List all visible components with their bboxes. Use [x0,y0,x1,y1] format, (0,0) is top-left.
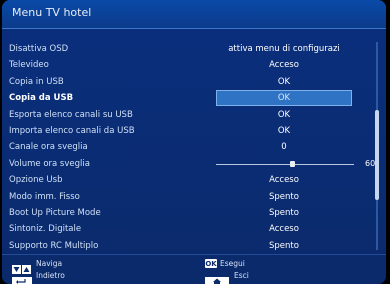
menu-item-value: Spento [269,191,299,202]
volume-slider-value: 60 [365,158,376,168]
menu-item-volume-ora-sveglia[interactable]: Volume ora sveglia 60 [9,156,375,173]
menu-item-boot-up-picture-mode[interactable]: Boot Up Picture Mode Spento [9,205,371,222]
menu-item-label: Volume ora sveglia [9,158,90,169]
menu-item-value: 0 [281,142,287,153]
menu-item-value: Spento [269,208,299,218]
exit-label: Esci [234,271,249,280]
menu-item-label: Modo imm. Fisso [9,191,80,202]
menu-item-label: Sintoniz. Digitale [9,224,82,235]
menu-item-label: Boot Up Picture Mode [9,208,101,218]
menu-item-value: Acceso [269,60,299,71]
menu-item-value: attiva menu di configurazi [228,44,340,54]
menu-item-canale-ora-sveglia[interactable]: Canale ora sveglia 0 [9,139,371,156]
home-icon [205,271,229,284]
menu-item-value: Acceso [269,224,299,235]
volume-slider-knob[interactable] [289,160,295,167]
menu-item-esporta-elenco-canali[interactable]: Esporta elenco canali su USB OK [9,107,371,124]
ok-button-icon: OK [205,259,217,268]
selected-value-box[interactable]: OK [216,90,352,107]
footer-help-bar: Naviga Indietro OK Esegui Esci [2,254,386,284]
volume-slider-track[interactable] [216,163,354,165]
menu-item-importa-elenco-canali[interactable]: Importa elenco canali da USB OK [9,123,371,140]
menu-item-televideo[interactable]: Televideo Acceso [9,57,371,74]
scrollbar-thumb[interactable] [375,110,379,200]
title-bar: Menu TV hotel [2,0,386,28]
menu-item-opzione-usb[interactable]: Opzione Usb Acceso [9,172,371,189]
menu-item-disattiva-osd[interactable]: Disattiva OSD attiva menu di configurazi [9,41,371,58]
menu-item-label: Canale ora sveglia [9,142,88,153]
menu-item-label: Copia da USB [9,93,74,104]
menu-item-copia-in-usb[interactable]: Copia in USB OK [9,74,371,91]
menu-item-modo-imm-fisso[interactable]: Modo imm. Fisso Spento [9,189,371,206]
menu-item-label: Copia in USB [9,76,64,87]
menu-item-value: OK [277,109,291,120]
menu-item-label: Disattiva OSD [9,44,69,54]
menu-item-label: Supporto RC Multiplo [9,240,99,251]
menu-list: Disattiva OSD attiva menu di configurazi… [9,41,375,255]
menu-item-sintoniz-digitale[interactable]: Sintoniz. Digitale Acceso [9,221,371,238]
window-title: Menu TV hotel [12,6,92,19]
menu-item-label: Esporta elenco canali su USB [9,109,133,120]
menu-item-label: Opzione Usb [9,175,63,186]
menu-item-label: Televideo [9,60,49,71]
title-divider [2,28,386,29]
menu-item-value: Spento [269,240,299,251]
menu-item-supporto-rc-multiplo[interactable]: Supporto RC Multiplo Spento [9,238,371,255]
hotel-tv-menu-window: Menu TV hotel Disattiva OSD attiva menu … [2,0,386,284]
up-down-arrows-icon [12,259,32,274]
menu-item-value: OK [277,93,291,104]
menu-item-copia-da-usb[interactable]: Copia da USB OK [9,90,371,107]
return-arrow-icon [12,271,32,284]
back-label: Indietro [36,271,65,280]
menu-item-value: OK [277,126,291,136]
navigate-label: Naviga [36,259,63,268]
menu-item-label: Importa elenco canali da USB [9,126,135,136]
execute-label: Esegui [220,259,245,268]
menu-item-value: Acceso [269,175,299,186]
menu-item-value: OK [277,76,291,87]
